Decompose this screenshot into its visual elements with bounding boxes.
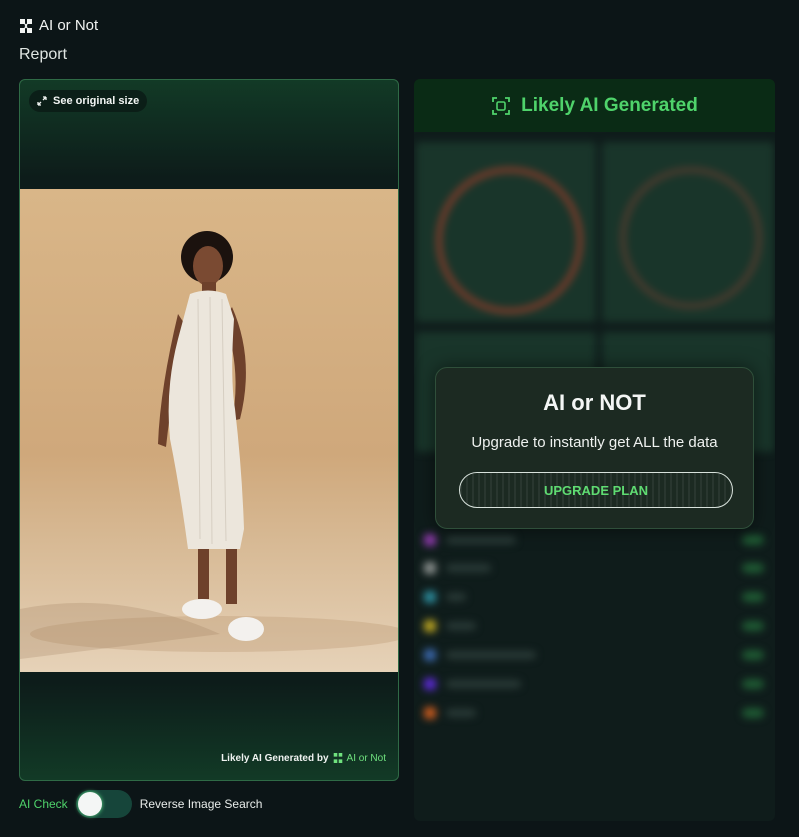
reverse-image-search-label: Reverse Image Search	[139, 797, 263, 811]
ai-check-label: AI Check	[19, 797, 68, 811]
credit-brand: AI or Not	[346, 752, 386, 764]
blurred-row	[424, 676, 764, 690]
upgrade-plan-button[interactable]: UPGRADE PLAN	[459, 472, 733, 508]
image-panel: See original size Likely AI Generated by…	[19, 79, 399, 781]
blurred-gauge	[620, 167, 762, 309]
upgrade-dialog: AI or NOT Upgrade to instantly get ALL t…	[435, 367, 754, 529]
credit-prefix: Likely AI Generated by	[221, 752, 329, 764]
blurred-row	[424, 532, 764, 546]
blurred-row	[424, 560, 764, 574]
blurred-row	[424, 705, 764, 719]
app-brand: AI or Not	[19, 17, 98, 34]
blurred-gauge	[436, 167, 583, 314]
verdict-banner: Likely AI Generated	[414, 79, 775, 132]
app-name: AI or Not	[39, 17, 99, 34]
blurred-row	[424, 589, 764, 603]
scan-icon	[492, 96, 511, 115]
page-title: Report	[19, 46, 68, 63]
blurred-card	[416, 142, 596, 322]
verdict-text: Likely AI Generated	[521, 94, 698, 116]
blurred-card	[602, 142, 774, 322]
ai-or-not-logo-icon	[20, 18, 32, 33]
analyzed-image	[20, 189, 398, 672]
blurred-row	[424, 647, 764, 661]
blurred-row	[424, 618, 764, 632]
image-credit: Likely AI Generated by AI or Not	[221, 752, 386, 764]
mode-toggle-row: AI Check Reverse Image Search	[19, 789, 262, 819]
toggle-knob	[77, 792, 102, 816]
see-original-size-label: See original size	[53, 95, 140, 107]
ai-or-not-logo-icon	[333, 753, 342, 763]
mode-toggle-switch[interactable]	[75, 790, 132, 818]
expand-icon	[37, 96, 47, 106]
upgrade-title: AI or NOT	[543, 390, 646, 415]
see-original-size-button[interactable]: See original size	[29, 90, 148, 112]
upgrade-subtitle: Upgrade to instantly get ALL the data	[471, 434, 718, 451]
